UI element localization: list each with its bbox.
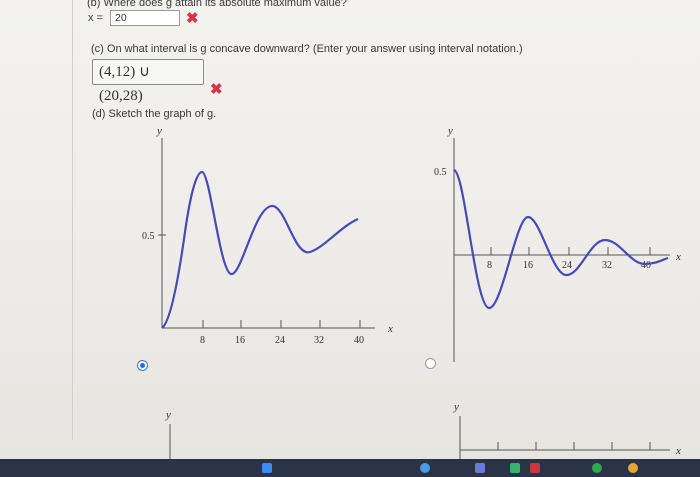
curve-option-a [161, 170, 359, 329]
x-tick-label-24: 24 [562, 260, 572, 271]
incorrect-icon: ✖ [210, 81, 223, 98]
graph-option-a[interactable]: y 0.5 8 16 24 32 40 x [130, 122, 410, 347]
part-d-question: (d) Sketch the graph of g. [92, 108, 217, 120]
part-c-answer-field[interactable]: (4,12) ∪ (20,28) [92, 59, 204, 104]
x-tick-label-8: 8 [200, 335, 205, 346]
page-margin-line [72, 0, 73, 440]
part-b-question: (b) Where does g attain its absolute max… [87, 0, 347, 9]
x-axis-label: x [675, 445, 681, 457]
x-tick-label-24: 24 [275, 335, 285, 346]
x-tick-label-8: 8 [487, 260, 492, 271]
x-tick-label-32: 32 [314, 335, 324, 346]
y-axis-label: y [156, 125, 162, 137]
y-axis-label: y [447, 125, 453, 137]
app-icon[interactable] [628, 463, 638, 473]
app-icon[interactable] [592, 463, 602, 473]
app-icon[interactable] [475, 463, 485, 473]
graph-option-d-partial[interactable]: y x [440, 396, 690, 462]
y-axis-label: y [453, 401, 459, 413]
x-tick-label-40: 40 [641, 260, 651, 271]
y-tick-label: 0.5 [142, 231, 155, 242]
app-icon[interactable] [530, 463, 540, 473]
graph-option-c-partial[interactable]: y [160, 402, 190, 462]
worksheet-page: (b) Where does g attain its absolute max… [0, 0, 700, 477]
incorrect-icon: ✖ [186, 10, 199, 27]
graph-option-b[interactable]: y 0.5 8 16 24 32 40 x [430, 122, 690, 367]
x-tick-label-32: 32 [602, 260, 612, 271]
radio-option-a[interactable] [137, 360, 148, 371]
y-axis-label: y [165, 409, 171, 421]
y-tick-label: 0.5 [434, 167, 447, 178]
x-tick-label-40: 40 [354, 335, 364, 346]
app-icon[interactable] [420, 463, 430, 473]
app-icon[interactable] [262, 463, 272, 473]
x-tick-label-16: 16 [523, 260, 533, 271]
curve-option-b [453, 168, 669, 310]
part-b-answer-field[interactable]: 20 [110, 10, 180, 26]
part-c-question: (c) On what interval is g concave downwa… [91, 43, 523, 55]
x-axis-label: x [387, 323, 393, 335]
part-b-var-label: x = [88, 12, 103, 24]
x-axis-label: x [675, 251, 681, 263]
radio-option-b[interactable] [425, 358, 436, 369]
x-tick-label-16: 16 [235, 335, 245, 346]
app-icon[interactable] [510, 463, 520, 473]
